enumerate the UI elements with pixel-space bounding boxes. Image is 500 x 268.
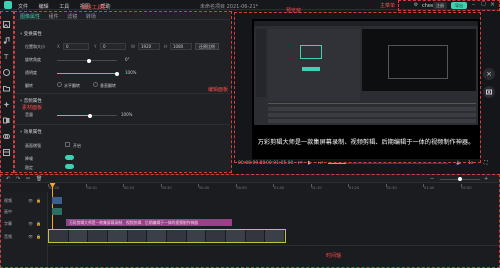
fullscreen-icon[interactable]: ⛶ <box>484 160 488 166</box>
annotation-preview-window: 预览窗 <box>286 8 302 14</box>
app-logo <box>4 1 12 9</box>
playback-progress[interactable] <box>328 163 448 164</box>
menu-file[interactable]: 文件 <box>18 3 28 10</box>
annotation-box-left-bar <box>0 11 14 173</box>
menu-edit[interactable]: 编辑 <box>39 3 49 10</box>
annotation-box-props <box>14 11 232 173</box>
annotation-box-preview <box>234 12 481 163</box>
annotation-timeline: 时间轴 <box>326 253 342 259</box>
playback-progress-fill <box>328 163 346 164</box>
annotation-edit-panel: 编辑面板 <box>208 87 229 93</box>
close-preview-icon[interactable]: × <box>483 68 495 80</box>
annotation-media-library: 素材面板 <box>22 105 43 111</box>
annotation-box-timeline <box>0 174 500 268</box>
annotation-attribute-toolbar: 属性工具栏 <box>82 5 108 11</box>
annotation-box-main-toolbar <box>398 0 500 11</box>
menu-tools[interactable]: 工具 <box>59 3 69 10</box>
annotation-main-toolbar: 主菜单 <box>380 3 396 9</box>
window-title: 未命名项目 2021-06-21* <box>200 3 259 10</box>
snapshot-icon[interactable] <box>483 86 495 98</box>
